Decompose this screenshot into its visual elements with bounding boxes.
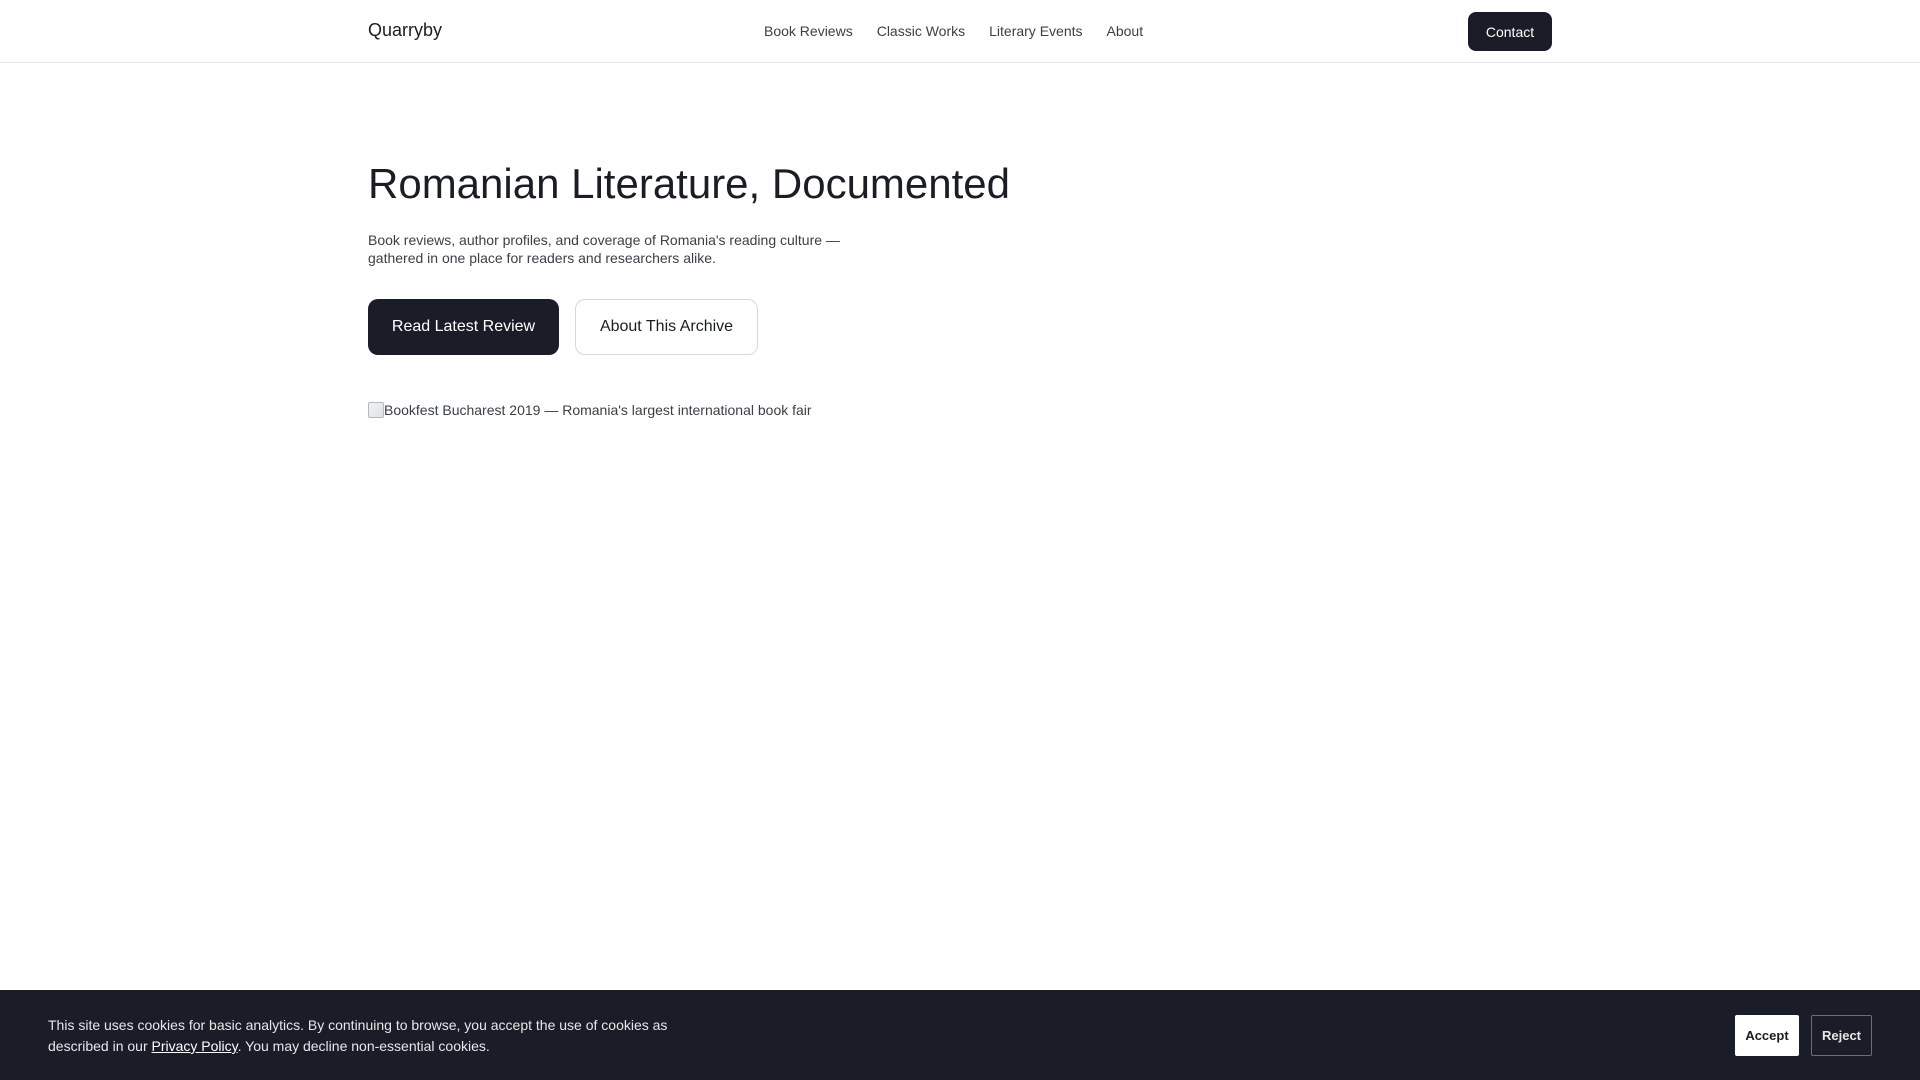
- cookie-text-after: . You may decline non-essential cookies.: [237, 1038, 490, 1054]
- privacy-policy-link[interactable]: Privacy Policy: [152, 1038, 238, 1054]
- cookie-accept-button[interactable]: Accept: [1735, 1015, 1799, 1056]
- hero-title: Romanian Literature, Documented: [368, 160, 1011, 207]
- broken-image-icon: [368, 402, 384, 418]
- nav-item-book-reviews[interactable]: Book Reviews: [764, 23, 853, 39]
- about-archive-button[interactable]: About This Archive: [575, 299, 758, 355]
- hero-image-alt-text: Bookfest Bucharest 2019 — Romania's larg…: [384, 402, 812, 418]
- nav-item-literary-events[interactable]: Literary Events: [989, 23, 1082, 39]
- hero-image-broken: Bookfest Bucharest 2019 — Romania's larg…: [368, 402, 812, 418]
- cookie-banner: This site uses cookies for basic analyti…: [0, 990, 1920, 1080]
- hero-subtitle: Book reviews, author profiles, and cover…: [368, 232, 840, 266]
- nav-item-classic-works[interactable]: Classic Works: [877, 23, 965, 39]
- nav-item-about[interactable]: About: [1107, 23, 1144, 39]
- cookie-text: This site uses cookies for basic analyti…: [48, 1015, 688, 1057]
- read-latest-review-button[interactable]: Read Latest Review: [368, 299, 559, 355]
- main-nav: Book Reviews Classic Works Literary Even…: [764, 23, 1143, 39]
- cookie-reject-button[interactable]: Reject: [1811, 1015, 1872, 1056]
- contact-button[interactable]: Contact: [1468, 12, 1552, 51]
- site-header: Quarryby Book Reviews Classic Works Lite…: [0, 0, 1920, 63]
- brand-logo-link[interactable]: Quarryby: [368, 20, 442, 41]
